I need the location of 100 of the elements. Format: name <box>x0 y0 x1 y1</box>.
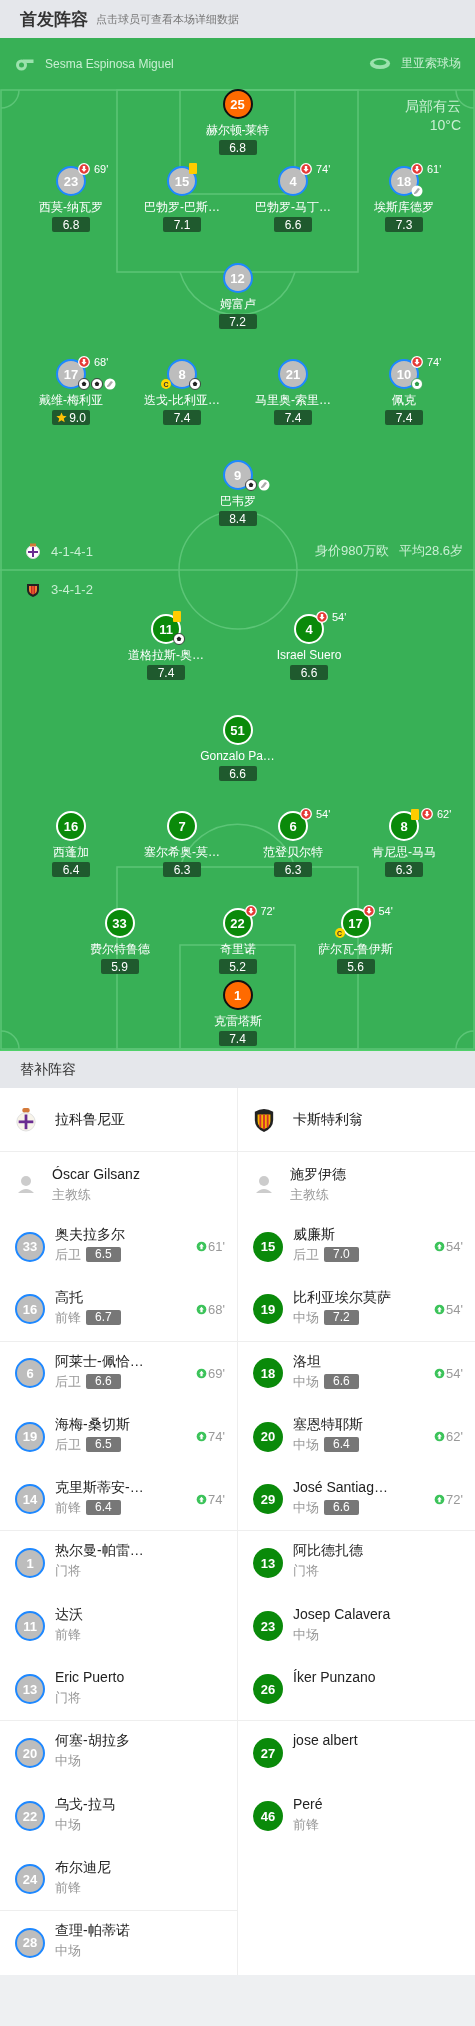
player-name: 热尔曼-帕雷… <box>55 1541 145 1560</box>
coach-name: Óscar Gilsanz <box>52 1164 141 1183</box>
player-name: 道格拉斯-奥… <box>128 648 204 663</box>
player-name: Gonzalo Pa… <box>200 749 275 764</box>
player-rating: 7.4 <box>173 410 191 425</box>
player-number[interactable]: 26 <box>253 1674 283 1705</box>
player-rating: 5.2 <box>229 959 246 974</box>
player-rating: 7.4 <box>284 410 302 425</box>
player-position: 中场 <box>55 1815 81 1833</box>
player-position: 后卫 <box>55 1372 81 1390</box>
player-number[interactable]: 23 <box>56 166 86 196</box>
player-number[interactable]: 14 <box>15 1484 45 1515</box>
football-icon <box>244 479 257 491</box>
sub-off-minute: 54' <box>378 905 393 917</box>
boot-icon <box>104 378 116 390</box>
sub-off-minute: 68' <box>94 356 109 368</box>
player-number[interactable]: 20 <box>15 1738 45 1768</box>
section-hint: 点击球员可查看本场详细数据 <box>96 11 239 27</box>
market-value: 身价980万欧 <box>315 542 389 560</box>
sub-on-minute: 54' <box>446 1239 463 1255</box>
player-number[interactable]: 22 <box>15 1801 45 1832</box>
player-position: 后卫 <box>55 1246 81 1263</box>
formation: 4-1-4-1 <box>51 543 93 559</box>
player-number[interactable]: 16 <box>15 1294 45 1325</box>
sub-off-minute: 62' <box>437 808 452 820</box>
player-number[interactable]: 20 <box>253 1421 283 1452</box>
football-icon <box>78 378 90 390</box>
player-position: 中场 <box>293 1625 319 1643</box>
player-name: 马里奥-索里… <box>255 393 331 408</box>
player-name: 西蓬加 <box>53 845 89 860</box>
sub-off-minute: 54' <box>332 611 347 623</box>
player-rating: 6.6 <box>229 766 246 781</box>
sub-on-icon <box>196 1303 208 1315</box>
sub-on-minute: 74' <box>208 1491 225 1507</box>
player-number[interactable]: 33 <box>104 908 135 938</box>
player-number[interactable]: 13 <box>253 1548 283 1579</box>
player-number[interactable]: 33 <box>15 1231 45 1262</box>
player-name: 迭戈-比利亚… <box>144 393 220 408</box>
player-number[interactable]: 23 <box>253 1611 283 1642</box>
player-name: 巴勃罗-巴斯… <box>144 200 220 215</box>
player-number[interactable]: 19 <box>15 1421 45 1452</box>
player-number[interactable]: 29 <box>253 1484 283 1515</box>
player-rating: 6.6 <box>324 1500 359 1516</box>
player-rating: 6.4 <box>86 1500 121 1516</box>
sub-on-icon <box>196 1367 208 1379</box>
football-icon <box>173 633 185 645</box>
player-rating: 7.2 <box>229 314 246 329</box>
player-number[interactable]: 16 <box>56 811 86 841</box>
player-number[interactable]: 7 <box>167 811 197 841</box>
sub-on-icon <box>434 1367 446 1379</box>
player-number[interactable]: 27 <box>253 1738 283 1768</box>
sub-on-icon <box>434 1431 446 1443</box>
player-number[interactable]: 8 <box>389 811 419 841</box>
player-position: 中场 <box>293 1435 319 1453</box>
sub-off-icon <box>300 163 312 175</box>
player-number[interactable]: 6 <box>278 811 308 841</box>
crest-icon <box>253 1106 275 1133</box>
player-number[interactable]: 1 <box>222 980 253 1010</box>
player-rating: 6.4 <box>62 862 80 877</box>
player-number[interactable]: 46 <box>253 1801 283 1832</box>
player-number[interactable]: 51 <box>222 715 253 745</box>
sub-off-minute: 54' <box>316 808 331 820</box>
football-icon <box>411 378 423 390</box>
player-number[interactable]: 19 <box>253 1294 283 1325</box>
player-number[interactable]: 15 <box>167 166 197 196</box>
sub-on-minute: 54' <box>446 1365 463 1381</box>
stadium-name: 里亚索球场 <box>401 55 461 72</box>
sub-on-minute: 61' <box>208 1239 225 1255</box>
player-rating: 6.6 <box>324 1373 359 1389</box>
sub-off-minute: 74' <box>427 356 442 368</box>
player-number[interactable]: 25 <box>222 89 253 119</box>
player-number[interactable]: 8 <box>167 359 197 389</box>
player-number[interactable]: 6 <box>15 1358 45 1389</box>
player-number[interactable]: 24 <box>15 1864 45 1895</box>
player-number[interactable]: 1 <box>15 1548 45 1579</box>
player-number[interactable]: 22 <box>222 908 253 938</box>
sub-on-minute: 69' <box>208 1365 225 1381</box>
player-number[interactable]: 21 <box>278 359 308 389</box>
player-number[interactable]: 12 <box>222 263 253 293</box>
sub-on-minute: 74' <box>208 1429 225 1445</box>
player-number[interactable]: 15 <box>253 1231 283 1262</box>
sub-on-icon <box>434 1493 446 1505</box>
team-name: 拉科鲁尼亚 <box>55 1110 125 1129</box>
player-position: 中场 <box>293 1499 319 1517</box>
player-number[interactable]: 18 <box>253 1358 283 1389</box>
crest-icon <box>15 1106 37 1133</box>
player-name: 洛坦 <box>293 1351 322 1370</box>
player-number[interactable]: 11 <box>15 1611 45 1642</box>
player-name: Israel Suero <box>276 648 342 663</box>
player-rating: 6.4 <box>324 1436 359 1452</box>
sub-off-minute: 69' <box>94 163 109 175</box>
player-number[interactable]: 28 <box>15 1927 45 1958</box>
player-number[interactable]: 4 <box>294 614 324 644</box>
section-title: 替补阵容 <box>20 1060 76 1079</box>
player-number[interactable]: 13 <box>15 1674 45 1705</box>
player-name: 戴维-梅利亚 <box>39 393 103 408</box>
player-name: 范登贝尔特 <box>263 845 323 860</box>
avatar-icon <box>16 1173 36 1194</box>
player-number[interactable]: 9 <box>222 460 253 490</box>
player-number[interactable]: 4 <box>278 166 308 196</box>
